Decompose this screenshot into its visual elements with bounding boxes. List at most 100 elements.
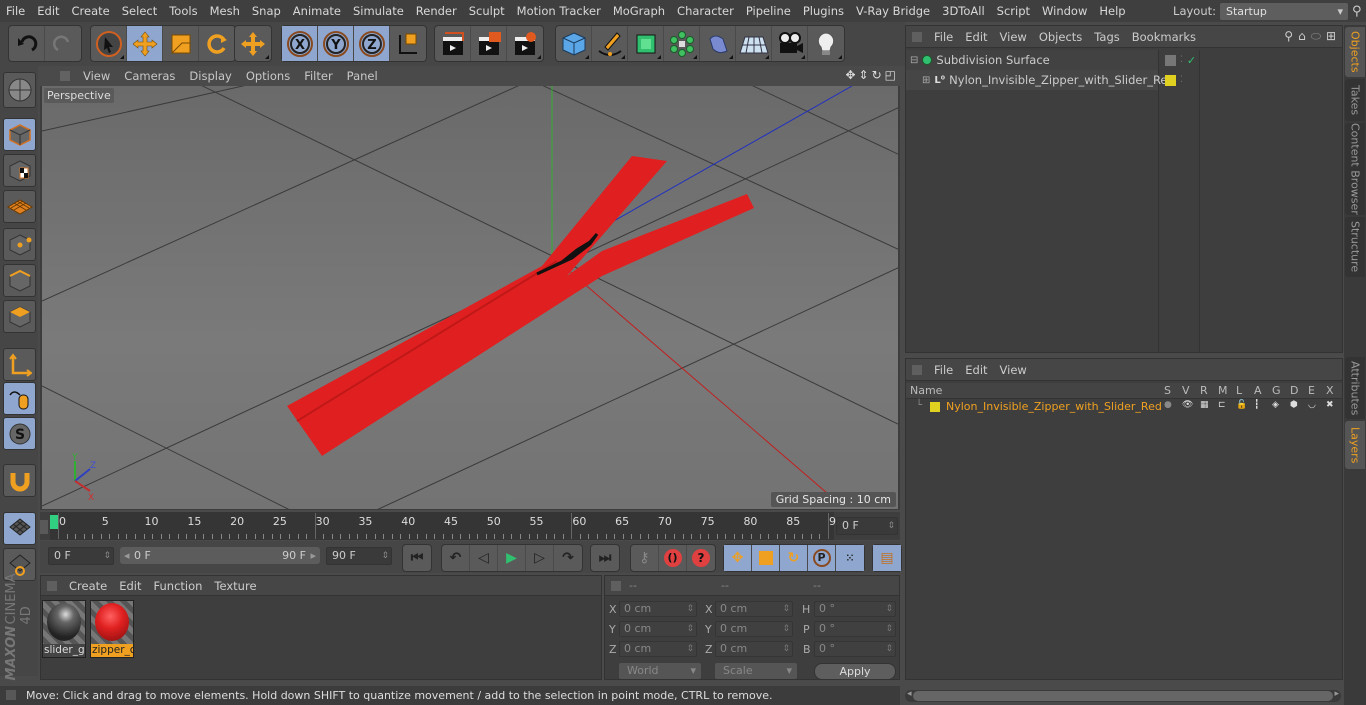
object-grip[interactable] — [912, 31, 922, 42]
size-x-field[interactable]: 0 cm — [715, 601, 793, 617]
layer-row[interactable]: └ Nylon_Invisible_Zipper_with_Slider_Red… — [906, 399, 1342, 415]
camera-label[interactable]: Perspective — [44, 88, 114, 103]
collapse-icon[interactable]: ⊟ — [910, 55, 918, 66]
menu-tools[interactable]: Tools — [163, 4, 203, 18]
timeline-ruler[interactable]: 051015202530354045505560657075808590 — [50, 512, 843, 540]
layer-swatch-yellow[interactable] — [1165, 74, 1176, 86]
layer-column-m[interactable]: M — [1218, 384, 1228, 397]
menu-sculpt[interactable]: Sculpt — [463, 4, 511, 18]
viewport-solo-icon[interactable] — [3, 72, 36, 108]
scroll-left-icon[interactable]: ◂ — [907, 689, 912, 699]
material-slider[interactable]: slider_g — [42, 600, 86, 658]
next-frame-icon[interactable]: ▷ — [526, 545, 554, 571]
object-menu-view[interactable]: View — [994, 30, 1033, 44]
layer-swatch-empty[interactable] — [1165, 54, 1176, 66]
menu-3dtoall[interactable]: 3DToAll — [936, 4, 991, 18]
layer-expressions-icon[interactable]: ◡ — [1308, 400, 1316, 410]
rotation-p-field[interactable]: 0 ° — [814, 621, 896, 637]
apply-button[interactable]: Apply — [814, 663, 896, 680]
layer-column-e[interactable]: E — [1308, 384, 1315, 397]
points-mode-icon[interactable] — [3, 228, 36, 261]
position-z-field[interactable]: 0 cm — [619, 641, 697, 657]
light-icon[interactable] — [808, 26, 844, 61]
layer-render-icon[interactable]: ▦ — [1200, 400, 1209, 410]
prev-key-icon[interactable]: ↶ — [442, 545, 470, 571]
playhead[interactable] — [50, 515, 58, 529]
viewport-menu-filter[interactable]: Filter — [297, 69, 339, 83]
menu-motion-tracker[interactable]: Motion Tracker — [511, 4, 607, 18]
layer-column-d[interactable]: D — [1290, 384, 1298, 397]
object-menu-edit[interactable]: Edit — [959, 30, 993, 44]
layer-generators-icon[interactable]: ◈ — [1272, 400, 1279, 410]
layer-column-x[interactable]: X — [1326, 384, 1334, 397]
deformer-icon[interactable] — [700, 26, 736, 61]
rotate-view-icon[interactable]: ↻ — [872, 68, 882, 82]
object-menu-tags[interactable]: Tags — [1088, 30, 1125, 44]
z-axis-lock-icon[interactable]: Z — [354, 26, 390, 61]
position-x-field[interactable]: 0 cm — [619, 601, 697, 617]
menu-simulate[interactable]: Simulate — [347, 4, 410, 18]
menu-render[interactable]: Render — [410, 4, 463, 18]
rotate-icon[interactable] — [199, 26, 235, 61]
edges-mode-icon[interactable] — [3, 264, 36, 297]
goto-start-icon[interactable]: ⏮ — [403, 545, 431, 571]
object-name[interactable]: Nylon_Invisible_Zipper_with_Slider_Red — [949, 73, 1175, 87]
snap-icon[interactable]: S — [3, 417, 36, 450]
home-icon[interactable]: ⌂ — [1298, 29, 1306, 44]
end-frame-field[interactable]: 90 F — [326, 547, 392, 565]
record-keys-icon[interactable]: ⚷ — [631, 545, 659, 571]
tab-layers[interactable]: Layers — [1345, 421, 1365, 469]
new-window-icon[interactable]: ⊞ — [1326, 29, 1336, 44]
layer-color-swatch[interactable] — [930, 402, 940, 412]
viewport-menu-options[interactable]: Options — [239, 69, 297, 83]
layer-solo-icon[interactable]: ● — [1164, 400, 1172, 410]
render-to-picture-viewer-icon[interactable] — [471, 26, 507, 61]
key-position-icon[interactable]: ✥ — [724, 545, 752, 571]
zoom-view-icon[interactable]: ⇕ — [859, 68, 869, 82]
coordinate-grip[interactable] — [611, 581, 621, 591]
layer-visible-icon[interactable]: 👁 — [1182, 400, 1193, 410]
timeline-grip[interactable] — [40, 520, 48, 534]
current-frame-field[interactable]: 0 F — [836, 517, 898, 535]
cube-icon[interactable] — [556, 26, 592, 61]
keyframe-selection-icon[interactable]: ? — [687, 545, 715, 571]
layer-menu-file[interactable]: File — [928, 363, 959, 377]
layer-xref-icon[interactable]: ✖ — [1326, 400, 1334, 410]
layer-menu-view[interactable]: View — [994, 363, 1033, 377]
menu-file[interactable]: File — [0, 4, 31, 18]
menu-v-ray-bridge[interactable]: V-Ray Bridge — [850, 4, 936, 18]
tweak-mode-icon[interactable] — [3, 382, 36, 415]
layer-deformers-icon[interactable]: ⬢ — [1290, 400, 1298, 410]
workplane-mode-icon[interactable] — [3, 190, 36, 223]
layout-dropdown[interactable]: Startup — [1220, 2, 1348, 20]
x-axis-lock-icon[interactable]: X — [282, 26, 318, 61]
viewport-grip[interactable] — [60, 71, 70, 81]
key-scale-icon[interactable] — [752, 545, 780, 571]
layer-column-r[interactable]: R — [1200, 384, 1208, 397]
tab-content-browser[interactable]: Content Browser — [1345, 123, 1365, 215]
layer-lock-icon[interactable]: 🔓 — [1236, 400, 1247, 410]
layer-manager-icon[interactable]: ⊏ — [1218, 400, 1226, 410]
magnet-icon[interactable] — [3, 464, 36, 497]
material-menu-texture[interactable]: Texture — [208, 579, 262, 593]
expand-icon[interactable]: ⊞ — [922, 75, 930, 86]
object-menu-bookmarks[interactable]: Bookmarks — [1126, 30, 1202, 44]
viewport-solo-hierarchy-icon[interactable] — [3, 512, 36, 545]
material-zipper[interactable]: zipper_c — [90, 600, 134, 658]
object-row[interactable]: ⊞ L⁰ Nylon_Invisible_Zipper_with_Slider_… — [906, 70, 1175, 90]
object-menu-file[interactable]: File — [928, 30, 959, 44]
menu-select[interactable]: Select — [116, 4, 163, 18]
menu-help[interactable]: Help — [1093, 4, 1131, 18]
viewport-menu-panel[interactable]: Panel — [340, 69, 385, 83]
material-menu-function[interactable]: Function — [148, 579, 209, 593]
layer-menu-edit[interactable]: Edit — [959, 363, 993, 377]
menu-create[interactable]: Create — [66, 4, 116, 18]
enabled-check-icon[interactable]: ✓ — [1187, 54, 1196, 67]
material-menu-create[interactable]: Create — [63, 579, 113, 593]
redo-icon[interactable] — [45, 26, 81, 61]
recent-tool-icon[interactable] — [235, 26, 271, 61]
render-view-icon[interactable] — [435, 26, 471, 61]
coordinate-system-icon[interactable] — [390, 26, 426, 61]
undo-icon[interactable] — [9, 26, 45, 61]
search-icon[interactable]: ⚲ — [1284, 29, 1293, 44]
